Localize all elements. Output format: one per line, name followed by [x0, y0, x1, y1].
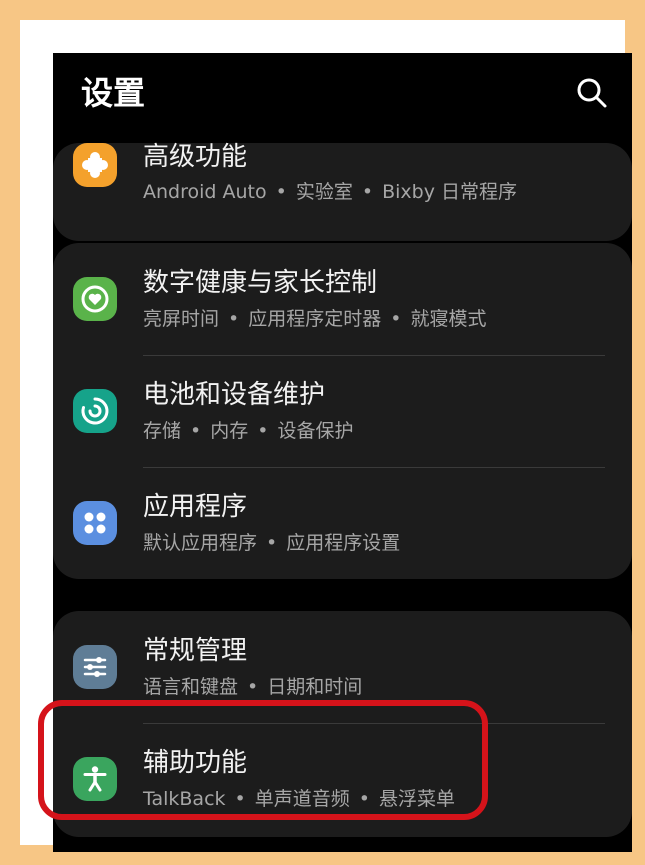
- subtitle-part: 亮屏时间: [143, 308, 220, 330]
- settings-item-subtitle: 默认应用程序 • 应用程序设置: [143, 530, 400, 556]
- subtitle-part: Bixby 日常程序: [382, 181, 517, 203]
- settings-item-digital-wellbeing[interactable]: 数字健康与家长控制 亮屏时间 • 应用程序定时器 • 就寝模式: [53, 243, 632, 355]
- settings-item-apps[interactable]: 应用程序 默认应用程序 • 应用程序设置: [53, 467, 632, 579]
- subtitle-part: 应用程序设置: [286, 532, 401, 554]
- subtitle-part: 内存: [210, 420, 249, 442]
- page-title: 设置: [81, 74, 146, 112]
- subtitle-part: 语言和键盘: [143, 676, 239, 698]
- subtitle-part: 实验室: [295, 181, 353, 203]
- subtitle-part: 设备保护: [277, 420, 354, 442]
- separator: •: [266, 532, 278, 554]
- settings-item-subtitle: 亮屏时间 • 应用程序定时器 • 就寝模式: [143, 306, 486, 332]
- separator: •: [275, 181, 287, 203]
- separator: •: [228, 308, 240, 330]
- subtitle-part: 应用程序定时器: [248, 308, 382, 330]
- device-care-icon: [73, 389, 117, 433]
- separator: •: [257, 420, 269, 442]
- search-icon: [577, 78, 607, 108]
- search-button[interactable]: [572, 73, 612, 113]
- highlight-box: [38, 700, 488, 820]
- settings-item-advanced-features[interactable]: 高级功能 Android Auto • 实验室 • Bixby 日常程序: [53, 129, 632, 241]
- settings-item-subtitle: Android Auto • 实验室 • Bixby 日常程序: [143, 179, 517, 205]
- puzzle-icon: [73, 143, 117, 187]
- sliders-icon: [73, 645, 117, 689]
- subtitle-part: Android Auto: [143, 181, 267, 203]
- settings-item-title: 常规管理: [143, 636, 248, 666]
- subtitle-part: 日期和时间: [267, 676, 363, 698]
- apps-icon: [73, 501, 117, 545]
- settings-item-title: 数字健康与家长控制: [143, 268, 378, 298]
- settings-item-title: 高级功能: [143, 142, 248, 172]
- separator: •: [190, 420, 202, 442]
- settings-item-title: 应用程序: [143, 492, 248, 522]
- settings-item-battery-device-care[interactable]: 电池和设备维护 存储 • 内存 • 设备保护: [53, 355, 632, 467]
- settings-item-title: 电池和设备维护: [143, 380, 326, 410]
- separator: •: [390, 308, 402, 330]
- settings-item-subtitle: 语言和键盘 • 日期和时间: [143, 674, 362, 700]
- wellbeing-icon: [73, 277, 117, 321]
- separator: •: [361, 181, 374, 203]
- subtitle-part: 就寝模式: [410, 308, 487, 330]
- separator: •: [247, 676, 259, 698]
- settings-card-advanced: 高级功能 Android Auto • 实验室 • Bixby 日常程序: [53, 142, 632, 241]
- subtitle-part: 默认应用程序: [143, 532, 258, 554]
- settings-card-device: 数字健康与家长控制 亮屏时间 • 应用程序定时器 • 就寝模式 电池和设备维护 存储 • 内…: [53, 243, 632, 579]
- settings-item-subtitle: 存储 • 内存 • 设备保护: [143, 418, 353, 444]
- subtitle-part: 存储: [143, 420, 182, 442]
